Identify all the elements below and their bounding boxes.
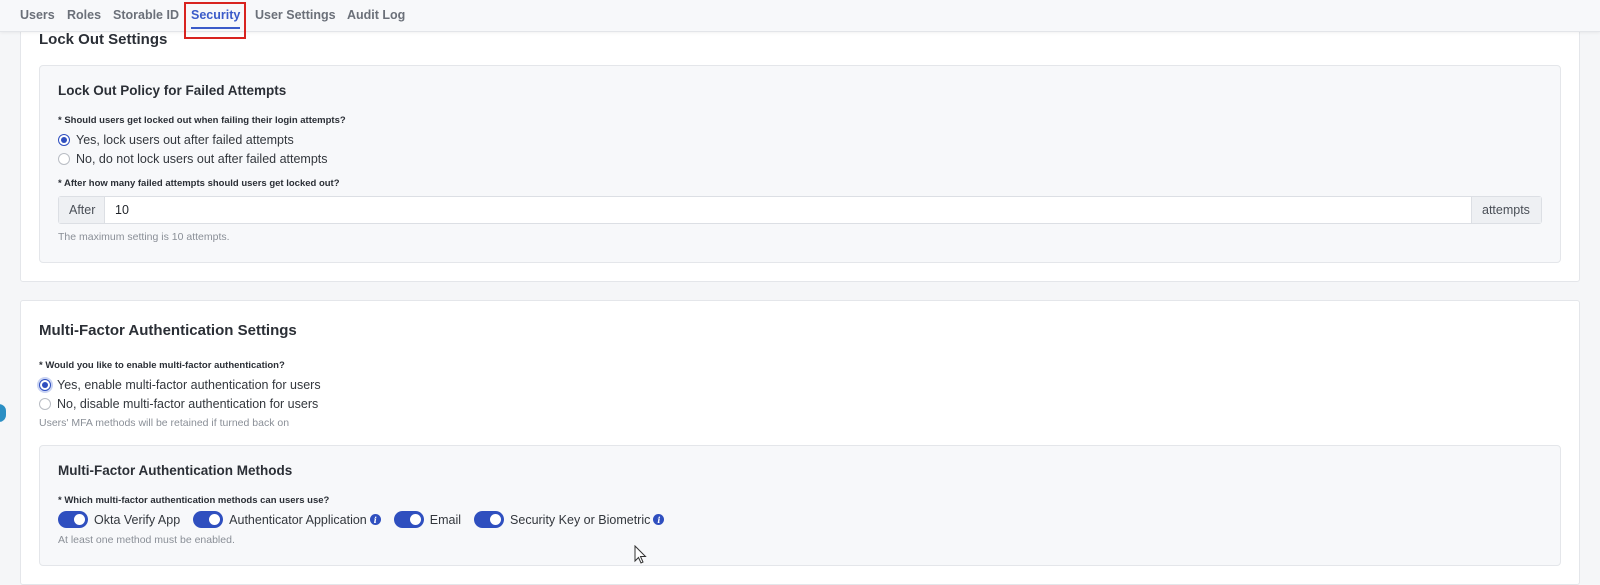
lockout-policy-title: Lock Out Policy for Failed Attempts <box>58 83 287 98</box>
tab-audit-log[interactable]: Audit Log <box>347 8 405 22</box>
lockout-question: * Should users get locked out when faili… <box>58 115 346 126</box>
tab-roles[interactable]: Roles <box>67 8 101 22</box>
mouse-cursor-icon <box>634 545 647 564</box>
toggle-okta-verify[interactable]: Okta Verify App <box>58 511 180 528</box>
radio-unselected[interactable] <box>58 153 70 165</box>
radio-unselected[interactable] <box>39 398 51 410</box>
attempts-input[interactable] <box>105 197 1471 223</box>
tab-user-settings[interactable]: User Settings <box>255 8 336 22</box>
tab-storable-id[interactable]: Storable ID <box>113 8 179 22</box>
attempts-question: * After how many failed attempts should … <box>58 178 340 189</box>
radio-selected[interactable] <box>58 134 70 146</box>
radio-selected[interactable] <box>39 379 51 391</box>
side-handle[interactable] <box>0 404 6 422</box>
toggle-switch[interactable] <box>193 511 224 528</box>
mfa-option-no-label: No, disable multi-factor authentication … <box>57 397 319 411</box>
toggle-switch[interactable] <box>58 511 88 528</box>
tab-bar: Users Roles Storable ID Security User Se… <box>0 0 1600 32</box>
info-icon[interactable]: i <box>369 514 381 525</box>
tab-security[interactable]: Security <box>191 8 241 29</box>
toggle-label: Security Key or Biometric <box>510 512 651 527</box>
mfa-option-yes-label: Yes, enable multi-factor authentication … <box>57 378 321 392</box>
mfa-option-no[interactable]: No, disable multi-factor authentication … <box>39 397 318 411</box>
toggle-email[interactable]: Email <box>393 511 462 528</box>
toggle-switch[interactable] <box>474 511 505 528</box>
toggle-authenticator-app[interactable]: Authenticator Application i <box>193 511 381 528</box>
mfa-methods-toggles: Okta Verify App Authenticator Applicatio… <box>58 511 677 528</box>
toggle-label: Email <box>429 512 462 527</box>
mfa-option-yes[interactable]: Yes, enable multi-factor authentication … <box>39 378 321 392</box>
attempts-hint: The maximum setting is 10 attempts. <box>58 231 230 243</box>
attempts-suffix: attempts <box>1471 197 1541 223</box>
lockout-option-no-label: No, do not lock users out after failed a… <box>76 152 328 166</box>
lockout-title: Lock Out Settings <box>39 31 168 48</box>
tab-users[interactable]: Users <box>20 8 55 22</box>
mfa-hint: Users' MFA methods will be retained if t… <box>39 417 290 429</box>
lockout-option-no[interactable]: No, do not lock users out after failed a… <box>58 152 328 166</box>
attempts-input-group: After attempts <box>58 196 1542 224</box>
toggle-security-key[interactable]: Security Key or Biometric i <box>474 511 665 528</box>
mfa-methods-title: Multi-Factor Authentication Methods <box>58 463 293 478</box>
mfa-question: * Would you like to enable multi-factor … <box>39 360 285 371</box>
mfa-methods-question: * Which multi-factor authentication meth… <box>58 495 330 506</box>
mfa-title: Multi-Factor Authentication Settings <box>39 322 297 339</box>
toggle-switch[interactable] <box>393 511 424 528</box>
lockout-option-yes[interactable]: Yes, lock users out after failed attempt… <box>58 133 294 147</box>
toggle-label: Okta Verify App <box>94 512 181 527</box>
mfa-methods-hint: At least one method must be enabled. <box>58 534 235 546</box>
toggle-label: Authenticator Application <box>229 512 367 527</box>
info-icon[interactable]: i <box>653 514 665 525</box>
lockout-option-yes-label: Yes, lock users out after failed attempt… <box>76 133 294 147</box>
attempts-prefix: After <box>59 197 105 223</box>
